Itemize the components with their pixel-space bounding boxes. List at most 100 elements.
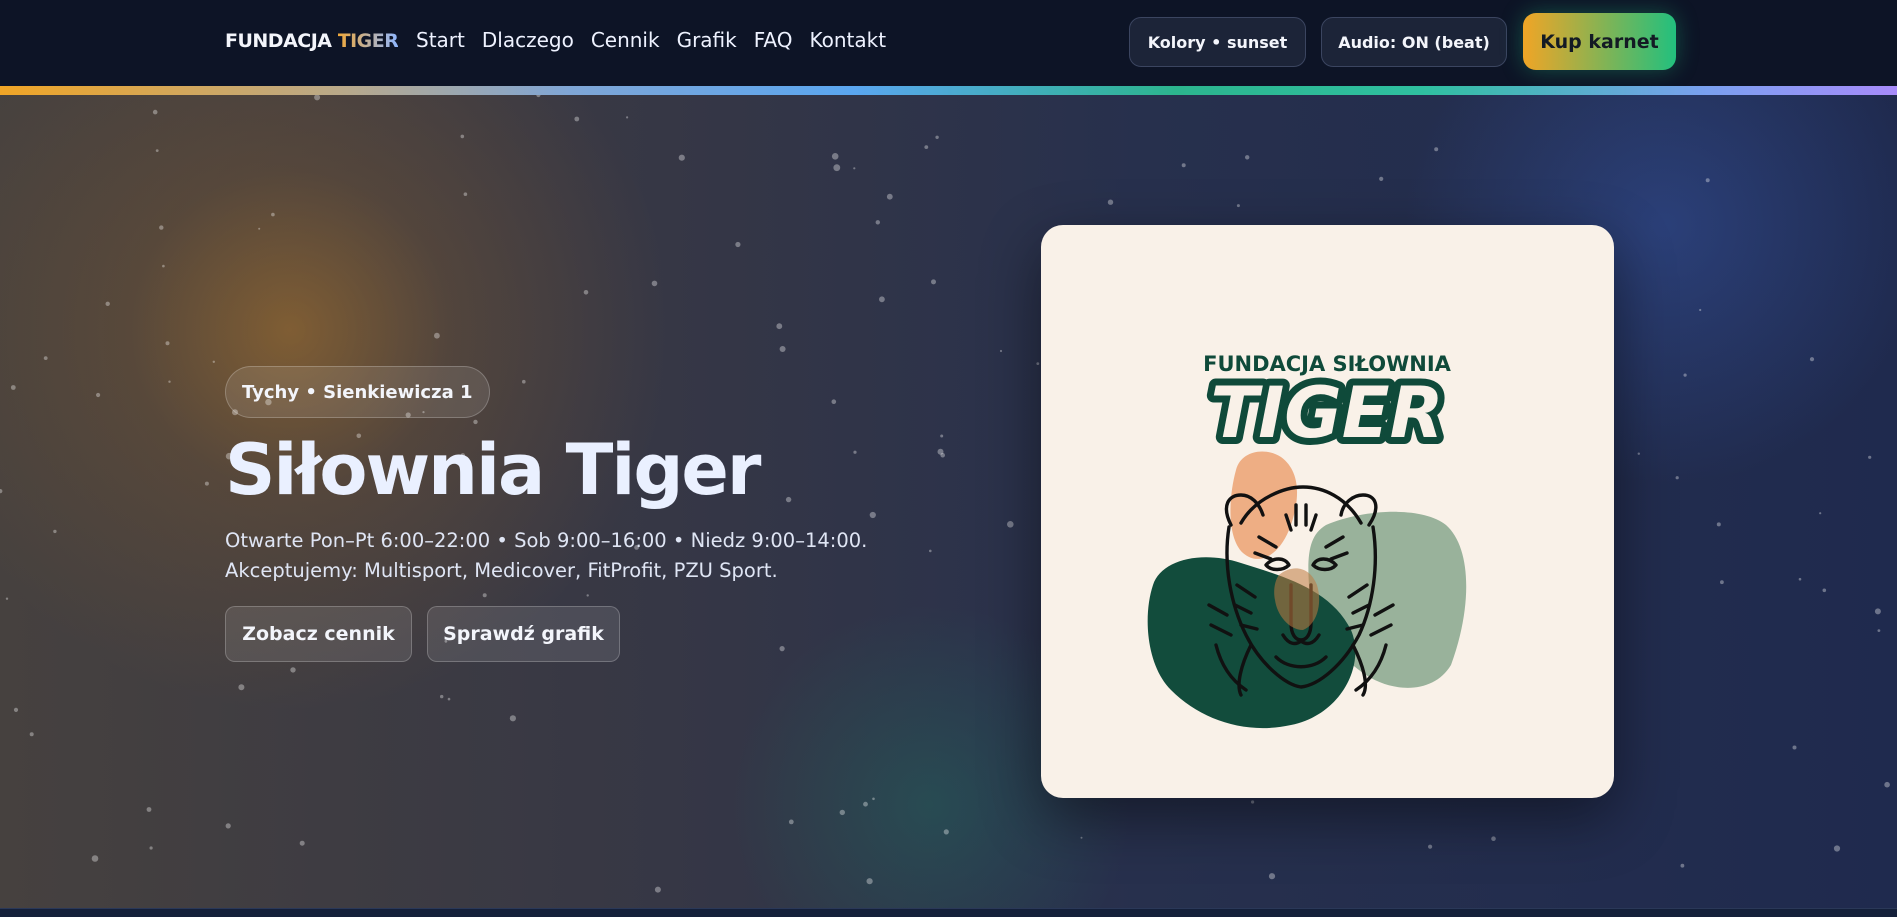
brand-accent: TIGER bbox=[337, 30, 399, 52]
star-dot bbox=[785, 496, 792, 503]
star-dot bbox=[536, 95, 541, 98]
star-dot bbox=[879, 296, 885, 303]
see-pricing-button[interactable]: Zobacz cennik bbox=[225, 606, 412, 662]
audio-toggle-button[interactable]: Audio: ON (beat) bbox=[1321, 17, 1507, 67]
star-dot bbox=[831, 399, 837, 405]
star-dot bbox=[935, 135, 939, 139]
star-dot bbox=[779, 346, 786, 352]
star-dot bbox=[586, 594, 589, 597]
star-dot bbox=[1107, 199, 1114, 205]
star-dot bbox=[1245, 155, 1250, 160]
logo-card: FUNDACJA SIŁOWNIA TIGER bbox=[1041, 225, 1614, 798]
nav-faq[interactable]: FAQ bbox=[754, 28, 793, 52]
star-dot bbox=[1877, 629, 1881, 632]
star-dot bbox=[522, 379, 526, 384]
star-dot bbox=[875, 220, 880, 225]
star-dot bbox=[1680, 863, 1685, 868]
site-header: FUNDACJA TIGER Start Dlaczego Cennik Gra… bbox=[0, 0, 1897, 86]
colors-theme-button[interactable]: Kolory • sunset bbox=[1129, 17, 1306, 67]
star-dot bbox=[10, 385, 16, 390]
star-dot bbox=[779, 646, 785, 652]
star-dot bbox=[149, 846, 153, 850]
location-badge: Tychy • Sienkiewicza 1 bbox=[225, 366, 490, 418]
peach-blob bbox=[1230, 451, 1298, 559]
star-dot bbox=[447, 697, 451, 701]
star-dot bbox=[91, 855, 99, 862]
nav-cennik[interactable]: Cennik bbox=[591, 28, 660, 52]
star-dot bbox=[299, 840, 305, 846]
star-dot bbox=[238, 684, 245, 691]
star-dot bbox=[1699, 308, 1702, 312]
star-dot bbox=[886, 193, 893, 200]
star-dot bbox=[0, 489, 3, 494]
star-dot bbox=[678, 154, 685, 161]
star-dot bbox=[225, 823, 231, 829]
page-bottom-edge bbox=[0, 908, 1897, 917]
star-dot bbox=[872, 797, 875, 801]
star-dot bbox=[1251, 800, 1255, 804]
check-schedule-button[interactable]: Sprawdź grafik bbox=[427, 606, 620, 662]
star-dot bbox=[583, 290, 589, 295]
star-dot bbox=[1236, 204, 1240, 208]
star-dot bbox=[1822, 588, 1827, 593]
star-dot bbox=[788, 819, 794, 825]
star-dot bbox=[863, 801, 868, 807]
star-dot bbox=[204, 481, 209, 486]
star-dot bbox=[168, 380, 171, 383]
star-dot bbox=[999, 349, 1003, 353]
page-title: Siłownia Tiger bbox=[225, 429, 761, 511]
star-dot bbox=[1428, 844, 1433, 849]
star-dot bbox=[831, 153, 839, 160]
star-dot bbox=[940, 452, 945, 458]
star-dot bbox=[924, 145, 929, 149]
star-dot bbox=[1080, 836, 1083, 839]
buy-pass-button[interactable]: Kup karnet bbox=[1523, 13, 1676, 70]
star-dot bbox=[1720, 580, 1724, 585]
star-dot bbox=[654, 886, 661, 893]
star-dot bbox=[271, 212, 275, 217]
star-dot bbox=[314, 95, 321, 101]
star-dot bbox=[463, 192, 468, 196]
star-dot bbox=[1798, 577, 1802, 581]
main-nav: Start Dlaczego Cennik Grafik FAQ Kontakt bbox=[416, 28, 903, 52]
star-dot bbox=[1874, 608, 1881, 615]
star-dot bbox=[1379, 176, 1384, 181]
star-dot bbox=[1809, 357, 1815, 362]
star-dot bbox=[833, 164, 841, 172]
star-dot bbox=[152, 109, 158, 115]
star-dot bbox=[482, 593, 487, 598]
star-dot bbox=[440, 694, 444, 699]
star-dot bbox=[53, 529, 57, 534]
star-dot bbox=[1683, 373, 1687, 377]
star-dot bbox=[574, 116, 580, 122]
star-dot bbox=[651, 280, 658, 287]
star-dot bbox=[1181, 163, 1186, 168]
star-dot bbox=[43, 356, 48, 360]
star-dot bbox=[1716, 522, 1721, 527]
star-dot bbox=[853, 167, 856, 170]
nav-start[interactable]: Start bbox=[416, 28, 465, 52]
star-dot bbox=[258, 227, 261, 230]
star-dot bbox=[1268, 873, 1276, 880]
star-dot bbox=[866, 878, 873, 885]
star-dot bbox=[626, 116, 629, 119]
star-dot bbox=[162, 264, 165, 268]
star-dot bbox=[155, 149, 159, 152]
star-dot bbox=[943, 829, 949, 835]
star-dot bbox=[509, 715, 516, 722]
star-dot bbox=[1868, 455, 1872, 459]
brand-logo[interactable]: FUNDACJA TIGER bbox=[225, 30, 399, 52]
logo-line2: TIGER bbox=[1211, 372, 1444, 454]
star-dot bbox=[212, 360, 215, 363]
nav-grafik[interactable]: Grafik bbox=[677, 28, 737, 52]
nav-dlaczego[interactable]: Dlaczego bbox=[482, 28, 574, 52]
nav-kontakt[interactable]: Kontakt bbox=[809, 28, 886, 52]
star-dot bbox=[1036, 362, 1040, 365]
foundation-logo: FUNDACJA SIŁOWNIA TIGER bbox=[1147, 352, 1467, 729]
brand-main: FUNDACJA bbox=[225, 30, 332, 52]
star-dot bbox=[940, 434, 944, 438]
star-dot bbox=[5, 597, 9, 600]
star-dot bbox=[869, 511, 876, 519]
star-dot bbox=[776, 323, 783, 330]
star-dot bbox=[839, 809, 845, 816]
